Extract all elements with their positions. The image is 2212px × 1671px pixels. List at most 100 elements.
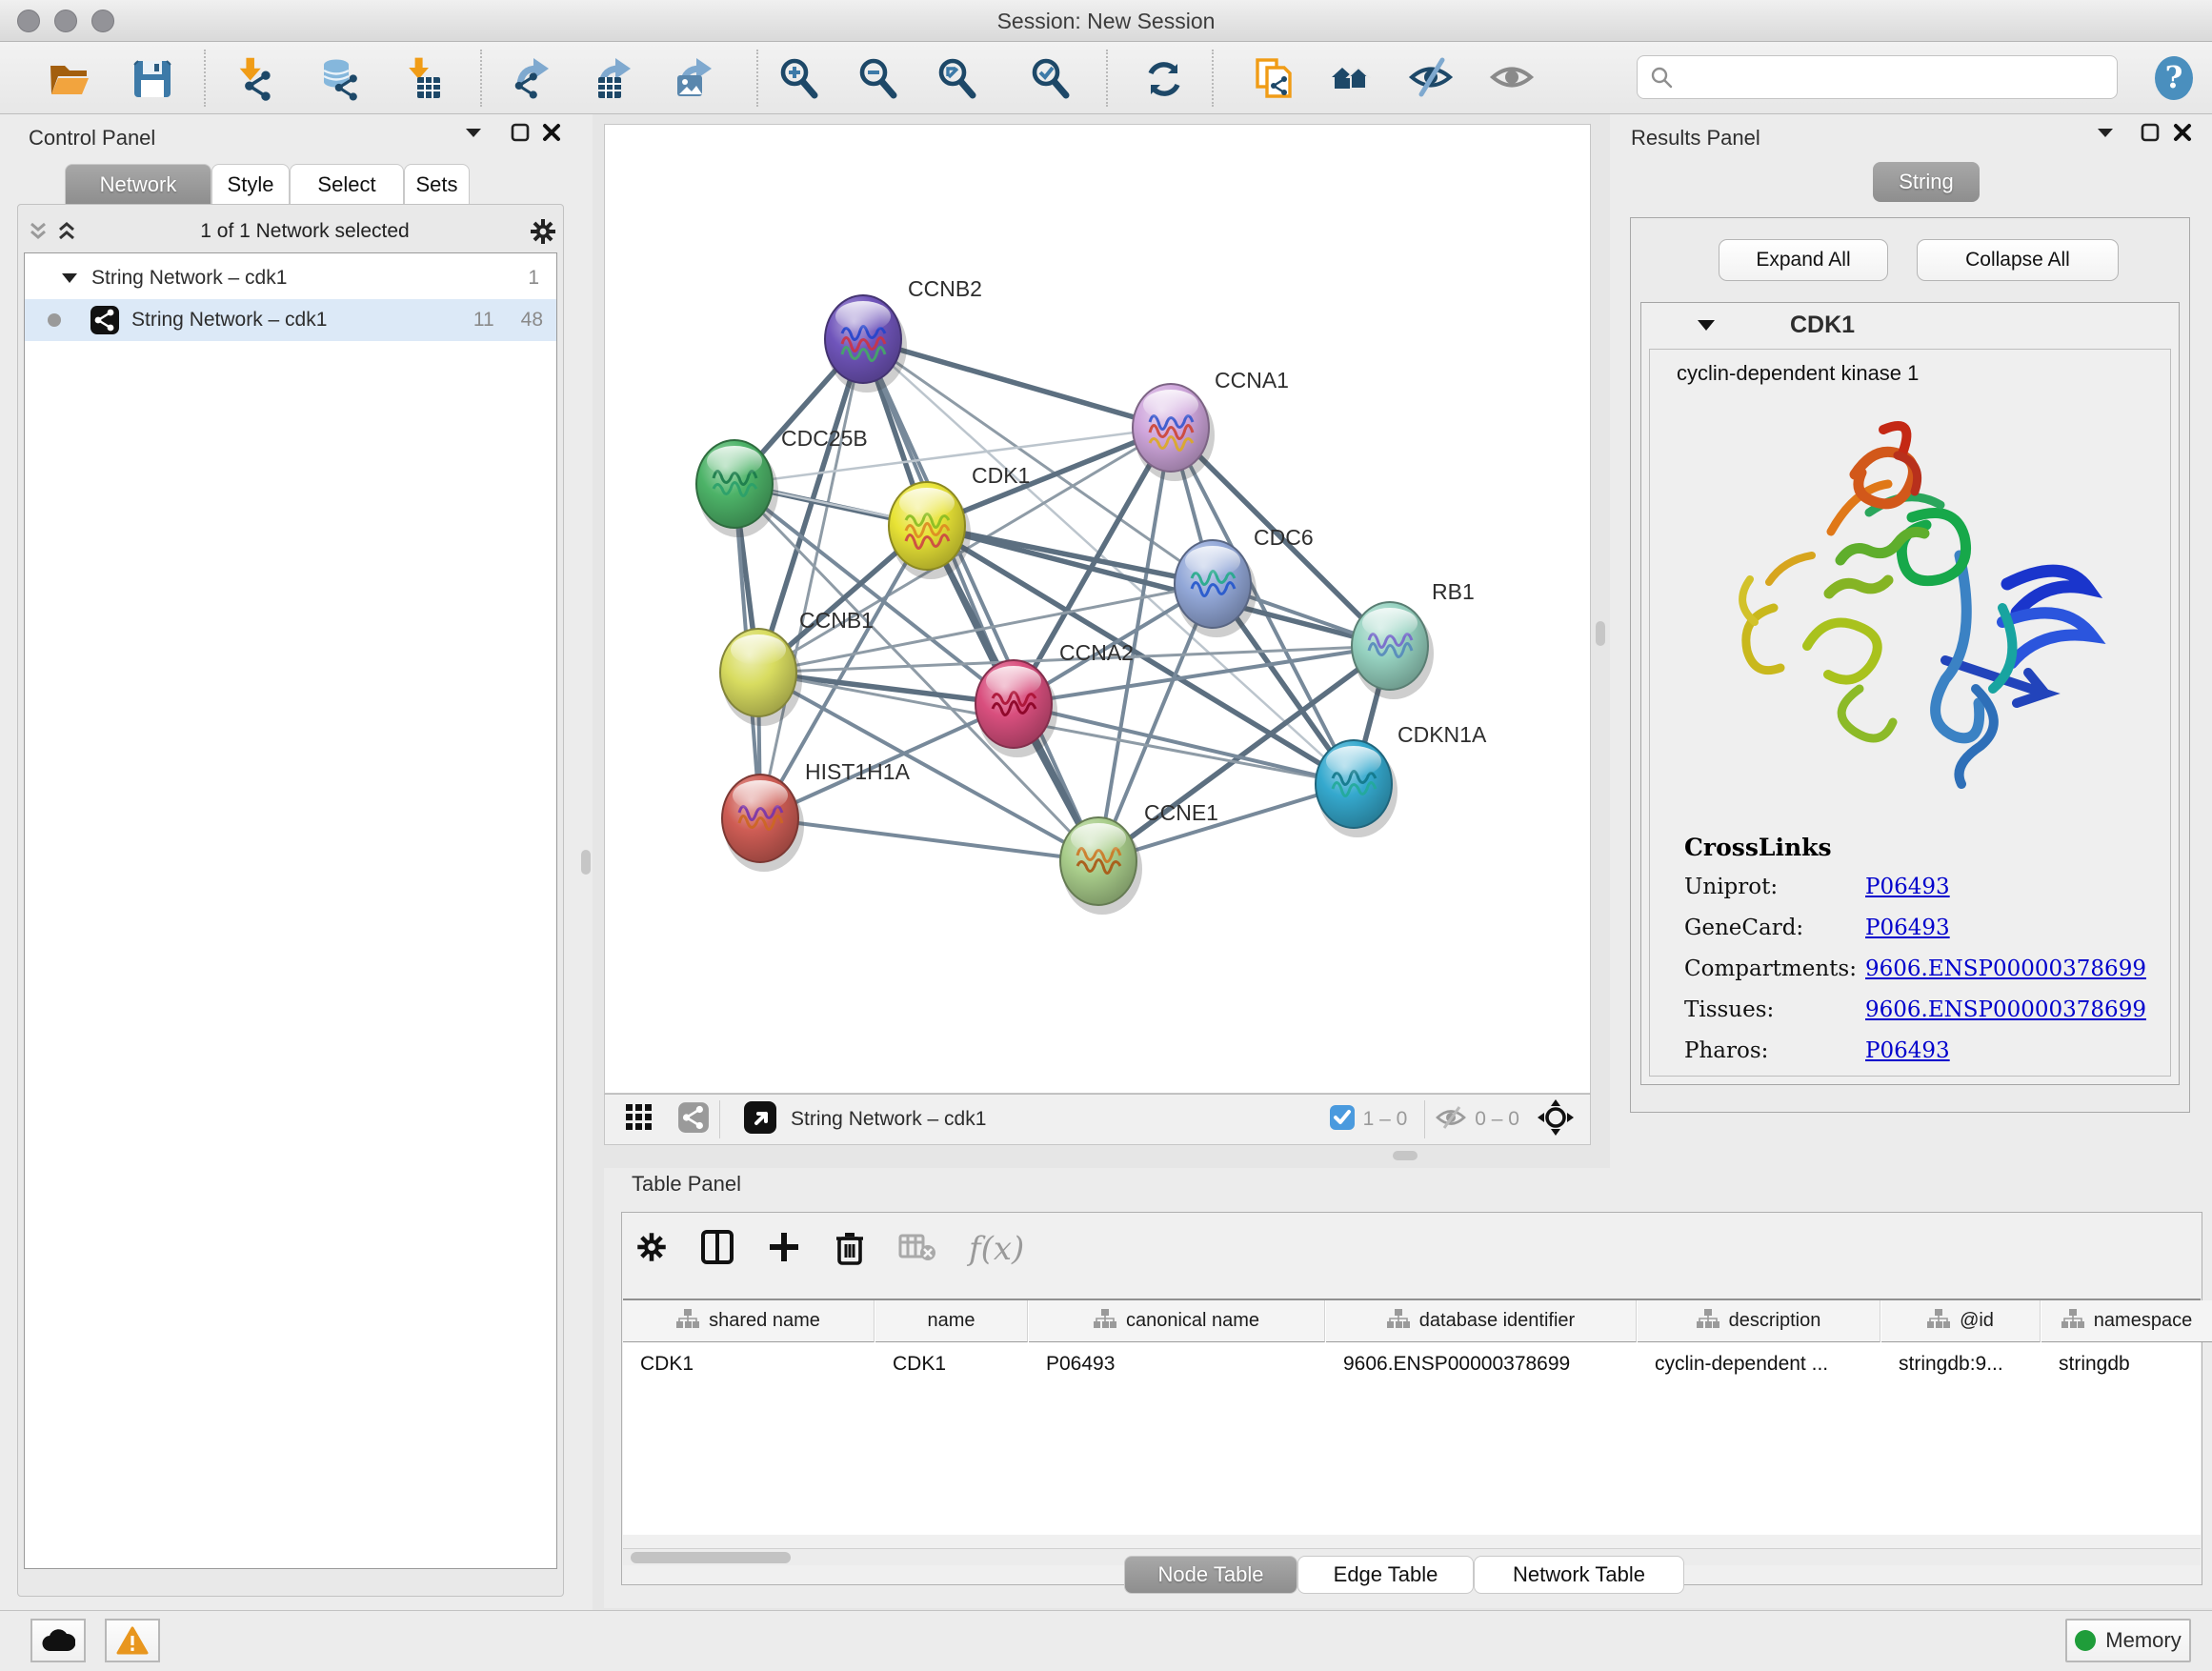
column-header-description[interactable]: description <box>1638 1300 1880 1342</box>
pan-mode-icon[interactable] <box>1537 1098 1575 1141</box>
crosslink-link[interactable]: P06493 <box>1865 916 1950 940</box>
expand-all-networks-icon[interactable] <box>52 217 81 246</box>
right-splitter-handle[interactable] <box>1596 621 1605 646</box>
edge-CCNB2-CCNA1[interactable] <box>863 339 1171 428</box>
delete-column-icon[interactable] <box>834 1229 866 1270</box>
results-panel-menu-button[interactable] <box>2091 118 2120 147</box>
hide-selected-button[interactable] <box>1403 51 1458 107</box>
crosslink-link[interactable]: P06493 <box>1865 1038 1950 1063</box>
cell-canonicalname[interactable]: P06493 <box>1029 1343 1325 1385</box>
tab-edge-table[interactable]: Edge Table <box>1297 1556 1474 1594</box>
zoom-fit-content-icon <box>935 56 980 102</box>
memory-button[interactable]: Memory <box>2065 1619 2191 1662</box>
window-minimize-button[interactable] <box>54 10 77 32</box>
cell-databaseidentifier[interactable]: 9606.ENSP00000378699 <box>1326 1343 1637 1385</box>
edge-CCNB2-HIST1H1A[interactable] <box>760 339 863 818</box>
help-icon: ? <box>2149 53 2199 103</box>
results-panel-close-button[interactable] <box>2168 118 2197 147</box>
column-header-name[interactable]: name <box>875 1300 1028 1342</box>
table-options-gear-icon[interactable] <box>635 1231 668 1268</box>
crosslink-link[interactable]: P06493 <box>1865 875 1950 899</box>
bottom-splitter-handle[interactable] <box>1393 1151 1418 1160</box>
column-header-sharedname[interactable]: shared name <box>623 1300 875 1342</box>
network-view-toolbar: String Network – cdk1 1 – 0 0 – 0 <box>604 1094 1591 1145</box>
tab-style[interactable]: Style <box>211 164 290 204</box>
export-table-button[interactable] <box>584 51 639 107</box>
hidden-eye-icon[interactable] <box>1435 1104 1467 1136</box>
control-panel-menu-button[interactable] <box>459 118 488 147</box>
open-session-button[interactable] <box>41 51 96 107</box>
zoom-out-button[interactable] <box>851 51 906 107</box>
refresh-button[interactable] <box>1136 51 1192 107</box>
control-panel-float-button[interactable] <box>506 118 534 147</box>
crosslink-link[interactable]: 9606.ENSP00000378699 <box>1865 997 2146 1022</box>
node-CDKN1A[interactable]: CDKN1A <box>1316 722 1487 837</box>
help-button[interactable]: ? <box>2147 51 2201 105</box>
tab-sets[interactable]: Sets <box>404 164 470 204</box>
results-panel-float-button[interactable] <box>2136 118 2164 147</box>
tab-network[interactable]: Network <box>65 164 211 204</box>
string-view-icon[interactable] <box>677 1101 710 1138</box>
cell-namespace[interactable]: stringdb <box>2041 1343 2212 1385</box>
new-network-from-selection-button[interactable] <box>1245 51 1300 107</box>
birdseye-view-icon[interactable] <box>743 1100 777 1139</box>
node-HIST1H1A[interactable]: HIST1H1A <box>722 759 911 872</box>
tab-node-table[interactable]: Node Table <box>1124 1556 1297 1594</box>
tab-network-table[interactable]: Network Table <box>1474 1556 1684 1594</box>
zoom-selected-button[interactable] <box>1023 51 1078 107</box>
zoom-fit-content-button[interactable] <box>930 51 985 107</box>
control-panel-close-button[interactable] <box>537 118 566 147</box>
import-network-from-database-button[interactable] <box>312 51 368 107</box>
collection-expand-icon[interactable] <box>61 272 78 285</box>
cloud-status-button[interactable] <box>30 1619 86 1662</box>
network-options-gear-icon[interactable] <box>529 217 557 246</box>
first-neighbors-button[interactable] <box>1324 51 1379 107</box>
cell-sharedname[interactable]: CDK1 <box>623 1343 875 1385</box>
column-header-canonicalname[interactable]: canonical name <box>1029 1300 1325 1342</box>
zoom-in-button[interactable] <box>772 51 827 107</box>
crosslink-link[interactable]: 9606.ENSP00000378699 <box>1865 956 2146 981</box>
import-network-from-file-button[interactable] <box>224 51 279 107</box>
network-view-title: String Network – cdk1 <box>791 1108 986 1131</box>
window-zoom-button[interactable] <box>91 10 114 32</box>
node-CCNB1[interactable]: CCNB1 <box>720 608 874 726</box>
column-header-id[interactable]: @id <box>1881 1300 2041 1342</box>
warning-status-button[interactable] <box>105 1619 160 1662</box>
tab-select[interactable]: Select <box>290 164 404 204</box>
search-box[interactable] <box>1637 55 2118 99</box>
export-image-button[interactable] <box>665 51 720 107</box>
save-session-button[interactable] <box>125 51 180 107</box>
show-all-button[interactable] <box>1484 51 1539 107</box>
network-collection-row[interactable]: String Network – cdk1 1 <box>25 257 556 299</box>
export-network-button[interactable] <box>502 51 557 107</box>
grid-view-icon[interactable] <box>624 1102 654 1137</box>
collapse-all-networks-icon[interactable] <box>24 217 52 246</box>
window-close-button[interactable] <box>17 10 40 32</box>
tab-string[interactable]: String <box>1873 162 1980 202</box>
show-column-icon[interactable] <box>700 1229 734 1270</box>
cell-id[interactable]: stringdb:9... <box>1881 1343 2041 1385</box>
node-CCNE1[interactable]: CCNE1 <box>1060 800 1218 915</box>
selected-checkbox-icon[interactable] <box>1329 1104 1356 1136</box>
node-RB1[interactable]: RB1 <box>1352 579 1475 699</box>
scrollbar-thumb[interactable] <box>631 1552 791 1563</box>
export-image-icon <box>670 56 715 102</box>
expand-all-button[interactable]: Expand All <box>1719 239 1888 281</box>
refresh-icon <box>1141 56 1187 102</box>
cell-name[interactable]: CDK1 <box>875 1343 1028 1385</box>
cell-description[interactable]: cyclin-dependent ... <box>1638 1343 1880 1385</box>
crosslink-label: Uniprot: <box>1684 875 1865 899</box>
network-row-selected[interactable]: String Network – cdk1 11 48 <box>25 299 556 341</box>
column-header-namespace[interactable]: namespace <box>2041 1300 2212 1342</box>
left-splitter-handle[interactable] <box>581 850 591 875</box>
collapse-all-button[interactable]: Collapse All <box>1917 239 2119 281</box>
network-canvas[interactable]: CCNB2CCNA1CDC25BCDK1CDC6RB1CCNB1CCNA2CDK… <box>604 124 1591 1094</box>
add-column-icon[interactable] <box>767 1230 801 1269</box>
import-table-from-file-button[interactable] <box>393 51 449 107</box>
search-input[interactable] <box>1674 66 2093 89</box>
edge-CDK1-RB1[interactable] <box>927 526 1390 646</box>
edge-HIST1H1A-CCNE1[interactable] <box>760 818 1098 861</box>
column-header-databaseidentifier[interactable]: database identifier <box>1326 1300 1637 1342</box>
crosslink-row: Pharos:P06493 <box>1684 1038 2146 1063</box>
section-collapse-icon[interactable] <box>1697 318 1716 332</box>
